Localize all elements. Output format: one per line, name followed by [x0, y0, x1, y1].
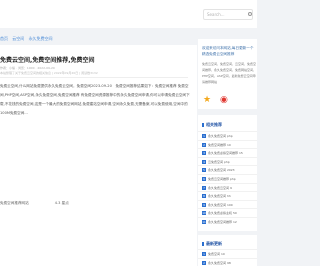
- list-item[interactable]: 2 免费空间推荐 10: [198, 139, 257, 149]
- widget-title-new: 最新更新: [202, 241, 222, 247]
- breadcrumb: 首页 云空间 永久免费空间: [0, 35, 197, 43]
- list-item[interactable]: 6 免费云空间推荐 php: [198, 173, 257, 183]
- article-meta-author: 作者：小编 · 浏览：1000 · 2022-09-20: [0, 66, 55, 70]
- list-item[interactable]: 8 永久免费空间 hh: [198, 191, 257, 200]
- breadcrumb-link-current[interactable]: 永久免费空间: [29, 36, 53, 41]
- rating-label: 4.3 星点: [54, 201, 69, 205]
- promo-title[interactable]: 欢迎来访问本网站,每日更新一个精选免费云空间推荐: [202, 45, 256, 57]
- list-item[interactable]: 3 永久免费虚拟空间推荐 15: [198, 148, 257, 157]
- new-list: 1 免费空间 10 2 永久免费空间 98: [198, 249, 257, 266]
- promo-description: 免费云空间，免费空间，云空间，免费空间推荐，永久免费空间，免费网站空间，PHP空…: [202, 62, 257, 84]
- article-card: 免费云空间,免费空间推荐,免费空间 作者：小编 · 浏览：1000 · 2022…: [0, 45, 197, 266]
- list-item[interactable]: 10 永久免费虚拟主机 50: [198, 208, 257, 217]
- star-icon[interactable]: ★: [203, 96, 211, 105]
- list-item[interactable]: 9 永久免费空间 100: [198, 199, 257, 209]
- top-header: Search...: [0, 0, 257, 28]
- list-item[interactable]: 7 永久免费云空间 9: [198, 182, 257, 192]
- list-item[interactable]: 5 永久免费空间 2023: [198, 165, 257, 174]
- list-item[interactable]: 1 免费空间 10: [198, 249, 257, 258]
- list-item[interactable]: 2 永久免费空间 98: [198, 257, 257, 266]
- divider: [0, 77, 188, 78]
- search-icon[interactable]: [248, 12, 252, 16]
- breadcrumb-link-home[interactable]: 首页: [0, 36, 8, 41]
- breadcrumb-link-category[interactable]: 云空间: [12, 36, 24, 41]
- list-item[interactable]: 4 云免费空间 php: [198, 156, 257, 166]
- list-item[interactable]: 1 永久免费空间 php: [198, 131, 257, 140]
- page-title: 免费云空间,免费空间推荐,免费空间: [0, 57, 95, 64]
- list-item[interactable]: 11 永久免费空间推荐 12: [198, 216, 257, 226]
- article-tags: 免费空间推荐网站 4.3 星点: [0, 201, 69, 206]
- article-meta-info: 本站整理了关于免费云空间的相关信息 | 2022年09月20日 | 阅读数313…: [0, 71, 98, 75]
- weibo-icon[interactable]: ◉: [220, 96, 228, 105]
- article-body: 免费云空间,什么网站免费提供永久免费云空间，免费空间2023-09-20 免费空…: [0, 84, 190, 115]
- tag-link[interactable]: 免费空间推荐网站: [0, 201, 29, 205]
- search-input[interactable]: Search...: [203, 9, 253, 20]
- hot-list: 1 永久免费空间 php 2 免费空间推荐 10 3 永久免费虚拟空间推荐 15 4云…: [198, 131, 257, 226]
- sidebar-new-widget: 最新更新 1 免费空间 10 2 永久免费空间 98: [198, 235, 257, 266]
- widget-title-hot: 相关推荐: [202, 122, 222, 128]
- sidebar-hot-widget: 相关推荐 1 永久免费空间 php 2 免费空间推荐 10 3 永久免费虚拟空间推荐 …: [198, 115, 257, 231]
- sidebar-promo: 欢迎来访问本网站,每日更新一个精选免费云空间推荐 免费云空间，免费空间，云空间，…: [198, 39, 257, 109]
